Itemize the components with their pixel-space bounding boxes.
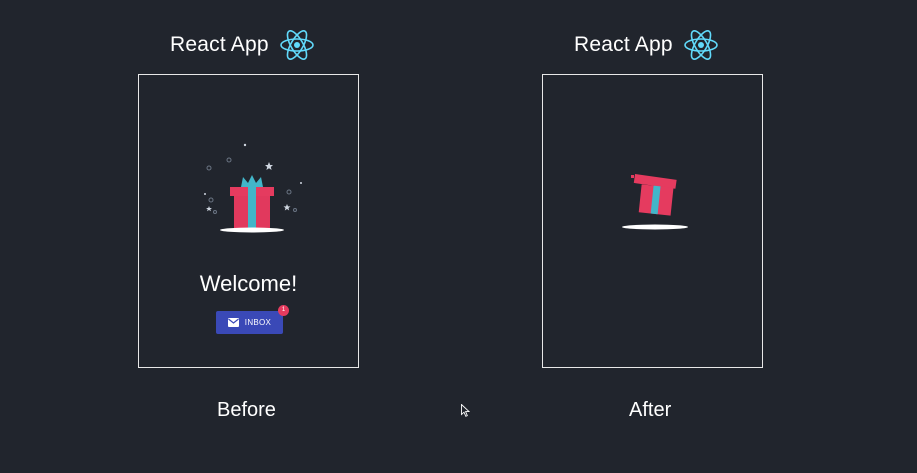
inbox-label: INBOX	[244, 318, 272, 327]
left-app-title: React App	[170, 33, 269, 56]
inbox-badge: 1	[278, 305, 289, 316]
after-preview-frame	[542, 74, 763, 368]
before-preview-frame: Welcome! INBOX 1	[138, 74, 359, 368]
gift-icon	[622, 173, 688, 230]
react-logo-icon	[279, 28, 315, 62]
after-caption: After	[629, 399, 672, 421]
react-logo-icon	[683, 28, 719, 62]
left-app-header: React App	[170, 28, 315, 62]
cursor-icon	[461, 404, 470, 417]
welcome-heading: Welcome!	[199, 271, 298, 296]
right-app-header: React App	[574, 28, 719, 62]
mail-icon	[227, 318, 239, 327]
gift-icon	[204, 143, 302, 233]
before-caption: Before	[217, 399, 276, 421]
inbox-button[interactable]: INBOX 1	[216, 305, 289, 334]
right-app-title: React App	[574, 33, 673, 56]
